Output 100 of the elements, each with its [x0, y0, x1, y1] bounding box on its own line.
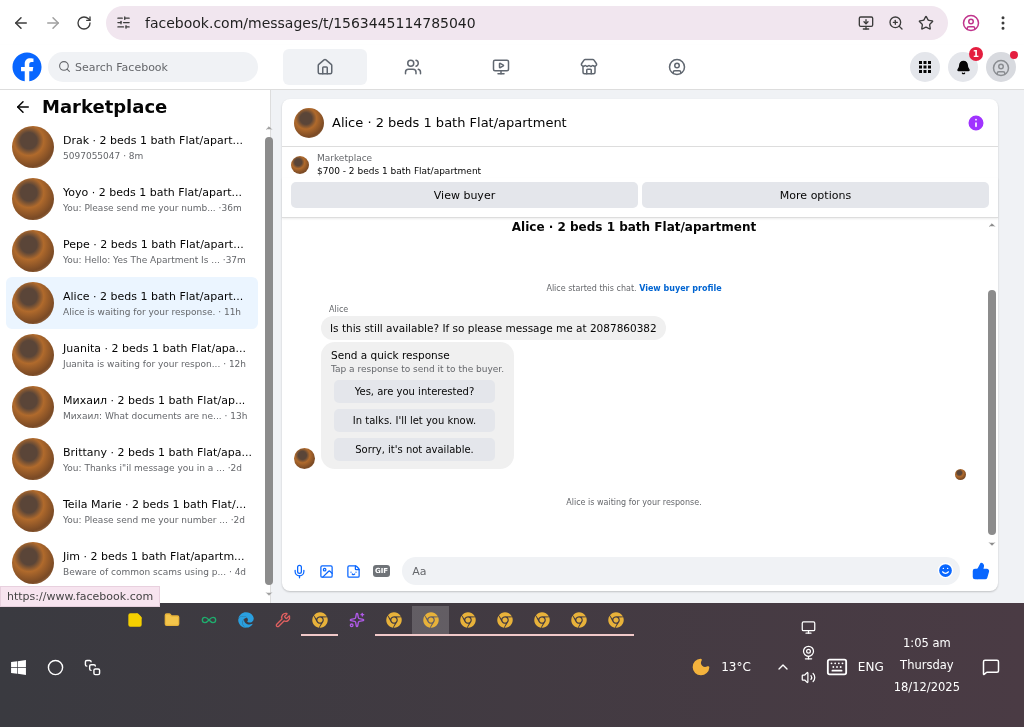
task-view-icon[interactable] [84, 658, 101, 676]
language-indicator[interactable]: ENG [857, 660, 884, 674]
grid-icon [916, 58, 934, 76]
network-icon[interactable] [800, 619, 816, 635]
sparkle-icon [348, 612, 365, 628]
action-button[interactable]: View buyer [291, 182, 638, 208]
photo-placeholder [291, 155, 309, 174]
photo-placeholder [12, 386, 54, 428]
conversation-item[interactable]: Drak · 2 beds 1 bath Flat/apart... 5097055047 · 8m [6, 121, 258, 173]
bookmark-star-icon[interactable] [918, 14, 934, 31]
conversation-item[interactable]: Pepe · 2 beds 1 bath Flat/apart... You: Hello: Yes The Apartment Is ... ·37m [6, 225, 258, 277]
status-tooltip: https://www.facebook.com [0, 586, 161, 607]
conversation-title: Pepe · 2 beds 1 bath Flat/apart... [63, 237, 245, 251]
edge-icon [237, 612, 254, 628]
quick-response-button[interactable]: In talks. I'll let you know. [334, 409, 495, 432]
windows-start-icon[interactable] [10, 658, 27, 676]
conversation-preview: You: Please send me your number ... ·2d [63, 514, 246, 525]
friends-icon [404, 58, 422, 76]
reload-button[interactable] [76, 14, 92, 31]
scroll-down-icon[interactable] [987, 539, 997, 549]
groups-icon [668, 58, 686, 76]
listing-source: Marketplace [317, 153, 374, 163]
conversation-title: Alice · 2 beds 1 bath Flat/apart... [63, 289, 244, 303]
thumbs-up-icon[interactable] [972, 562, 990, 580]
chrome-icon [607, 612, 624, 628]
conversation-item[interactable]: Alice · 2 beds 1 bath Flat/apart... Alice is waiting for your response. · 11h [6, 277, 258, 329]
conversation-item[interactable]: Yoyo · 2 beds 1 bath Flat/apart... You: Please send me your numb... ·36m [6, 173, 258, 225]
photo-placeholder [12, 126, 54, 168]
quick-response-title: Send a quick response [331, 349, 451, 361]
conversation-preview: Beware of common scams using p... · 4d [63, 566, 247, 577]
conversation-title: Михаил · 2 beds 1 bath Flat/ap... [63, 393, 247, 407]
temperature: 13°C [721, 660, 751, 674]
menu-grid-button[interactable] [910, 52, 940, 82]
chrome-icon [533, 612, 550, 628]
photo-placeholder [12, 334, 54, 376]
wrench-icon [274, 612, 291, 628]
conversation-title: Drak · 2 beds 1 bath Flat/apart... [63, 133, 243, 147]
taskbar-app[interactable] [412, 606, 449, 636]
marketplace-icon [580, 58, 598, 76]
thread-title: Alice · 2 beds 1 bath Flat/apartment [510, 220, 758, 234]
camera-icon[interactable] [800, 644, 816, 660]
quick-response-button[interactable]: Yes, are you interested? [334, 380, 495, 403]
chrome-icon [496, 612, 513, 628]
conversation-preview: Михаил: What documents are ne... · 13h [63, 410, 248, 421]
sidebar-title: Marketplace [42, 96, 168, 117]
install-icon[interactable] [858, 14, 874, 31]
search-field[interactable]: Search Facebook [48, 52, 258, 82]
notification-center-icon[interactable] [982, 658, 1000, 676]
facebook-logo-icon[interactable] [12, 52, 42, 82]
chrome-icon [385, 612, 402, 628]
conversation-item[interactable]: Jim · 2 beds 1 bath Flat/apartm... Beware of common scams using p... · 4d [6, 537, 258, 589]
photo-icon[interactable] [319, 563, 334, 579]
zoom-icon[interactable] [888, 14, 904, 31]
conversation-title: Juanita · 2 beds 1 bath Flat/apa... [63, 341, 247, 355]
photo-placeholder [12, 490, 54, 532]
conversation-preview: Alice is waiting for your response. · 11h [63, 306, 243, 317]
sticker-icon[interactable] [346, 563, 361, 579]
conversation-item[interactable]: Михаил · 2 beds 1 bath Flat/ap... Михаил: What documents are ne... · 13h [6, 381, 258, 433]
folder-icon [163, 612, 180, 628]
message-bubble: Is this still available? If so please message me at 2087860382 [321, 316, 666, 340]
search-icon [58, 60, 71, 73]
profile-icon[interactable] [962, 13, 980, 32]
keyboard-icon[interactable] [825, 656, 848, 678]
conversation-preview: You: Please send me your numb... ·36m [63, 202, 243, 213]
account-button[interactable] [986, 52, 1016, 82]
clock[interactable]: 1:05 am Thursday 18/12/2025 [893, 636, 960, 694]
notification-count: 1 [969, 47, 983, 61]
message-field[interactable]: Aa [402, 557, 960, 585]
search-icon[interactable] [47, 658, 64, 676]
chrome-icon [422, 612, 439, 628]
conversation-preview: 5097055047 · 8m [63, 150, 145, 161]
buyer-profile-link[interactable]: View buyer profile [639, 284, 722, 293]
conversation-title: Yoyo · 2 beds 1 bath Flat/apart... [63, 185, 243, 199]
chat-title: Alice · 2 beds 1 bath Flat/apartment [332, 115, 568, 130]
action-button[interactable]: More options [642, 182, 989, 208]
conversation-preview: Juanita is waiting for your respon... · 12h [63, 358, 247, 369]
site-settings-icon[interactable] [116, 15, 131, 30]
conversation-item[interactable]: Teila Marie · 2 beds 1 bath Flat/... You: Please send me your number ... ·2d [6, 485, 258, 537]
conversation-title: Brittany · 2 beds 1 bath Flat/apa... [63, 445, 252, 459]
photo-placeholder [12, 178, 54, 220]
volume-icon[interactable] [800, 669, 816, 685]
quick-response-hint: Tap a response to send it to the buyer. [331, 364, 505, 374]
conversation-title: Teila Marie · 2 beds 1 bath Flat/... [63, 497, 247, 511]
conversation-item[interactable]: Juanita · 2 beds 1 bath Flat/apa... Juanita is waiting for your respon... · 12h [6, 329, 258, 381]
scroll-up-icon[interactable] [987, 220, 997, 230]
quick-response-button[interactable]: Sorry, it's not available. [334, 438, 495, 461]
conversation-item[interactable]: Brittany · 2 beds 1 bath Flat/apa... You: Thanks i"il message you in a ... ·2d [6, 433, 258, 485]
moon-icon[interactable] [691, 657, 712, 677]
notifications-button[interactable] [948, 52, 978, 82]
photo-placeholder [12, 282, 54, 324]
conversation-preview: You: Hello: Yes The Apartment Is ... ·37m [63, 254, 246, 265]
microphone-icon[interactable] [292, 563, 307, 579]
conversation-preview: You: Thanks i"il message you in a ... ·2d [63, 462, 243, 473]
photo-placeholder [294, 448, 315, 469]
nav-tab[interactable] [283, 49, 367, 85]
chrome-icon [311, 612, 328, 628]
listing-title: $700 - 2 beds 1 bath Flat/apartment [317, 166, 482, 176]
conversation-title: Jim · 2 beds 1 bath Flat/apartm... [63, 549, 246, 563]
info-icon[interactable] [966, 112, 986, 133]
photo-placeholder [12, 542, 54, 584]
